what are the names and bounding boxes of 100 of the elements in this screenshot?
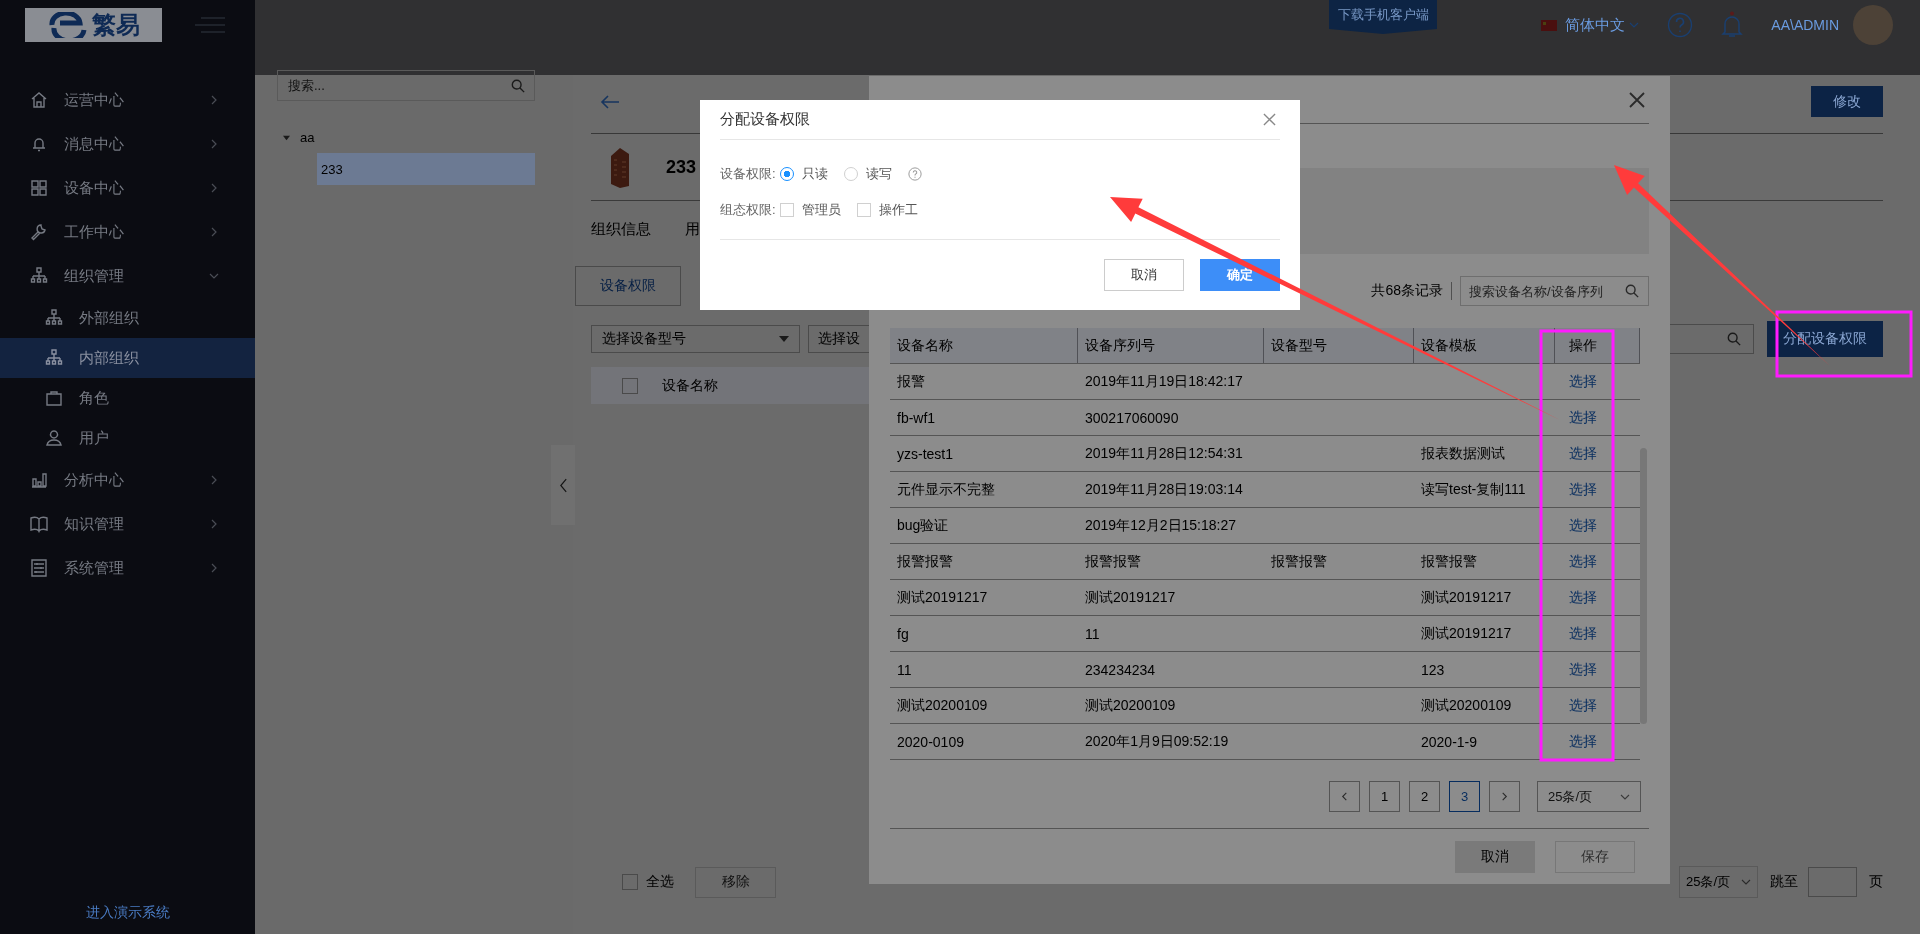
select-link[interactable]: 选择 (1569, 552, 1597, 571)
table-cell: 测试20200109 (1085, 696, 1176, 715)
sidebar-subitem[interactable]: 内部组织 (0, 338, 255, 378)
select-link[interactable]: 选择 (1569, 444, 1597, 463)
avatar[interactable] (1853, 5, 1893, 45)
record-count: 共68条记录 (1371, 282, 1443, 300)
sidebar-item[interactable]: 工作中心 (0, 210, 255, 254)
radio-button[interactable] (779, 167, 794, 181)
sidebar-subitem[interactable]: 外部组织 (0, 298, 255, 338)
select-link[interactable]: 选择 (1569, 480, 1597, 499)
table-cell: 2019年11月19日18:42:17 (1085, 372, 1243, 391)
flag-icon (1541, 19, 1558, 31)
sidebar-item[interactable]: 组织管理 (0, 254, 255, 298)
bell-icon[interactable] (1721, 11, 1744, 39)
back-arrow-icon[interactable] (600, 93, 620, 110)
table-cell: 2019年11月28日19:03:14 (1085, 480, 1243, 499)
confirm-button[interactable]: 确定 (1200, 259, 1280, 291)
sidebar-item[interactable]: 运营中心 (0, 78, 255, 122)
table-cell: 2020-0109 (897, 733, 964, 750)
sidebar-item[interactable]: 分析中心 (0, 458, 255, 502)
org-chart-icon (44, 308, 64, 328)
search-icon (1625, 284, 1639, 298)
page-size-select[interactable]: 25条/页 (1679, 866, 1758, 898)
sidebar-subitem[interactable]: 用户 (0, 418, 255, 458)
table-cell: 123 (1421, 661, 1445, 678)
edit-button[interactable]: 修改 (1811, 86, 1883, 117)
table-cell: fb-wf1 (897, 409, 936, 426)
table-cell: 2019年12月2日15:18:27 (1085, 516, 1236, 535)
tab[interactable]: 组织信息 (591, 220, 651, 239)
radio-option[interactable]: 只读 (779, 165, 828, 183)
table-cell: 测试20200109 (897, 696, 988, 715)
select-link[interactable]: 选择 (1569, 660, 1597, 679)
select-link[interactable]: 选择 (1569, 732, 1597, 751)
demo-system-link[interactable]: 进入演示系统 (85, 904, 170, 922)
page-input[interactable] (1808, 867, 1857, 897)
column-header: 操作 (1555, 328, 1640, 363)
checkbox[interactable] (622, 377, 638, 394)
tab[interactable]: 用 (685, 220, 700, 239)
page-button[interactable]: 1 (1369, 781, 1400, 812)
help-icon[interactable] (907, 167, 922, 181)
download-app-badge[interactable]: 下载手机客户端 (1329, 0, 1437, 34)
sidebar-item[interactable]: 设备中心 (0, 166, 255, 210)
tree-search-field[interactable]: 搜索... (277, 70, 535, 101)
dialog-title: 分配设备权限 (720, 110, 810, 129)
table-cell: 报警报警 (1085, 552, 1141, 571)
column-header: 设备名称 (662, 376, 718, 395)
previous-page-button[interactable] (1329, 781, 1360, 812)
close-icon[interactable] (1629, 91, 1645, 108)
table-cell: 报警报警 (1271, 552, 1327, 571)
select-link[interactable]: 选择 (1569, 588, 1597, 607)
select-link[interactable]: 选择 (1569, 372, 1597, 391)
cancel-button[interactable]: 取消 (1455, 841, 1535, 873)
checkbox-option[interactable]: 操作工 (856, 201, 918, 219)
collapse-handle[interactable] (551, 445, 575, 525)
select-link[interactable]: 选择 (1569, 624, 1597, 643)
remove-button[interactable]: 移除 (695, 866, 776, 898)
search-icon (511, 78, 525, 93)
user-name[interactable]: AA\ADMIN (1771, 17, 1839, 33)
radio-option[interactable]: 读写 (843, 165, 892, 183)
sidebar-item[interactable]: 知识管理 (0, 502, 255, 546)
tree-node[interactable]: aa (277, 127, 535, 147)
table-cell: 报警报警 (897, 552, 953, 571)
select-link[interactable]: 选择 (1569, 516, 1597, 535)
sidebar-item[interactable]: 系统管理 (0, 546, 255, 590)
tab[interactable]: 设备权限 (575, 266, 681, 306)
close-icon[interactable] (1263, 113, 1276, 126)
cancel-button[interactable]: 取消 (1104, 259, 1184, 291)
briefcase-icon (44, 388, 64, 408)
table-cell: 2020年1月9日09:52:19 (1085, 732, 1229, 751)
checkbox-option[interactable]: 管理员 (779, 201, 841, 219)
page-button[interactable]: 2 (1409, 781, 1440, 812)
table-cell: 读写test-复制111 (1421, 480, 1526, 499)
table-cell: 234234234 (1085, 661, 1156, 678)
table-cell: 测试20200109 (1421, 696, 1512, 715)
next-page-button[interactable] (1489, 781, 1520, 812)
chevron-left-icon (1340, 792, 1349, 801)
building-icon (610, 146, 630, 188)
sliders-icon (29, 558, 49, 578)
language-selector[interactable]: 简体中文 (1565, 15, 1626, 35)
checkbox[interactable] (622, 874, 638, 890)
chevron-right-icon (1500, 792, 1509, 801)
page-size-select[interactable]: 25条/页 (1537, 781, 1641, 812)
sidebar-subitem[interactable]: 角色 (0, 378, 255, 418)
page-unit-label: 页 (1869, 873, 1883, 891)
table-cell: 测试20191217 (1085, 588, 1176, 607)
home-icon (29, 90, 49, 110)
select-link[interactable]: 选择 (1569, 408, 1597, 427)
field-label: 组态权限: (720, 201, 776, 219)
table-cell: 2019年11月28日12:54:31 (1085, 444, 1243, 463)
device-model-select[interactable]: 选择设备型号 (591, 325, 800, 353)
tree-node[interactable]: 233 (317, 153, 535, 185)
menu-icon[interactable] (195, 15, 225, 35)
jump-label: 跳至 (1770, 873, 1798, 891)
table-cell: 报警 (897, 372, 925, 391)
sidebar-item[interactable]: 消息中心 (0, 122, 255, 166)
select-link[interactable]: 选择 (1569, 696, 1597, 715)
help-icon[interactable] (1667, 12, 1694, 38)
page-button[interactable]: 3 (1449, 781, 1480, 812)
search-field[interactable]: 搜索设备名称/设备序列 (1460, 276, 1649, 306)
caret-down-icon (283, 133, 290, 141)
